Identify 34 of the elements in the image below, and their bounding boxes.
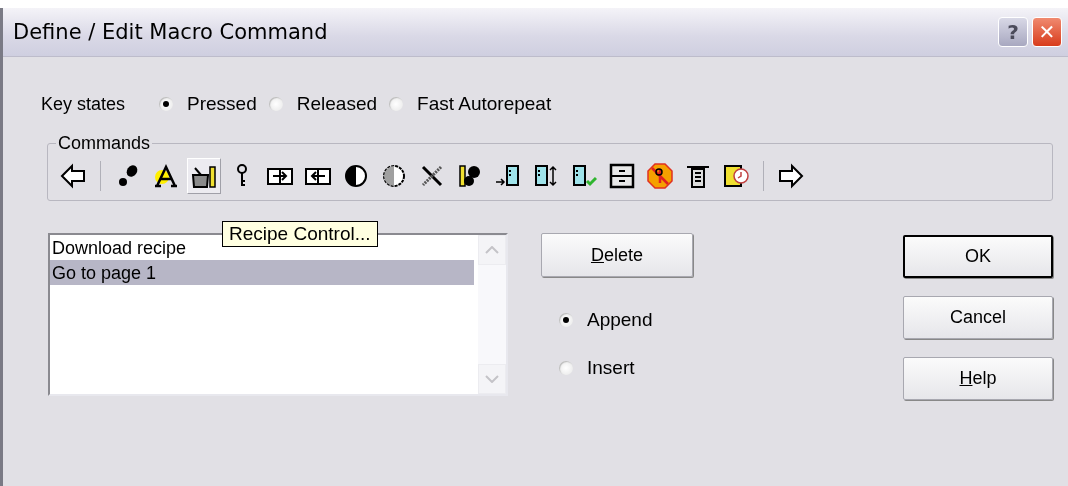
door-arrow-icon	[495, 163, 521, 189]
toolbar-button[interactable]	[187, 158, 221, 194]
delete-button[interactable]: Delete	[541, 233, 693, 277]
radio-option[interactable]: Append	[559, 309, 693, 331]
key-states-label: Key states	[41, 93, 126, 115]
clock-card-icon	[723, 163, 749, 189]
group-label: Commands	[57, 133, 152, 154]
radio-option[interactable]: Fast Autorepeat	[389, 93, 552, 115]
radio-option[interactable]: Insert	[559, 357, 693, 379]
pencil-blob-icon	[457, 163, 483, 189]
radio-option[interactable]: Pressed	[159, 93, 257, 115]
cabinet-icon	[609, 163, 635, 189]
tooltip: Recipe Control...	[222, 221, 378, 247]
help-button[interactable]: ?	[998, 17, 1028, 47]
down-caret-icon	[485, 375, 499, 383]
no-key-sign-icon	[647, 163, 673, 189]
left-arrow-icon	[60, 163, 86, 189]
letter-a-icon	[153, 163, 179, 189]
up-caret-icon	[485, 246, 499, 254]
ok-button[interactable]: OK	[903, 235, 1053, 278]
list-item[interactable]: Download recipe	[50, 235, 189, 260]
help-button[interactable]: Help	[903, 357, 1053, 400]
dotted-half-circle-icon	[381, 163, 407, 189]
radio-option[interactable]: Released	[268, 93, 378, 115]
right-arrow-icon	[778, 163, 804, 189]
list-item[interactable]: Go to page 1	[50, 260, 474, 285]
half-circle-icon	[343, 163, 369, 189]
pot-pencil-icon	[191, 163, 217, 189]
door-updown-icon	[533, 163, 559, 189]
cancel-button[interactable]: Cancel	[903, 296, 1053, 339]
cross-icon	[419, 163, 445, 189]
window-title: Define / Edit Macro Command	[13, 20, 328, 44]
tower-icon	[685, 163, 711, 189]
door-check-icon	[571, 163, 597, 189]
